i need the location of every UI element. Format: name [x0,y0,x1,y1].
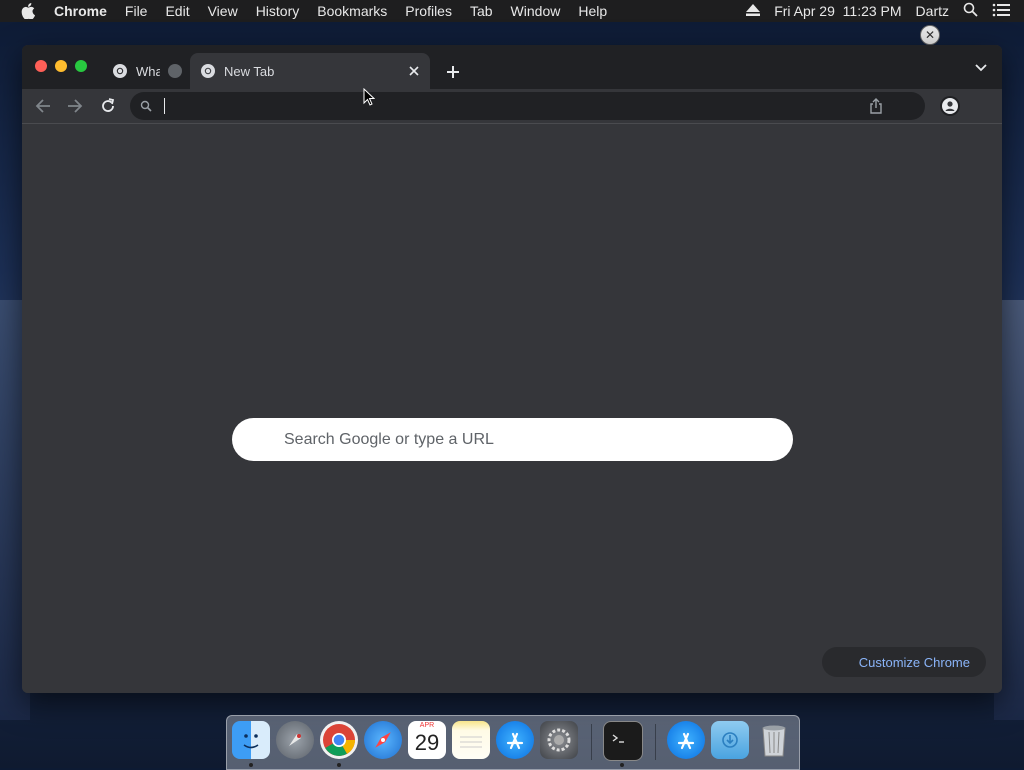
google-search-box[interactable] [232,418,793,461]
dock-separator [655,724,656,760]
back-button[interactable] [32,95,54,117]
close-icon[interactable]: ✕ [920,25,940,45]
launchpad-icon[interactable] [276,721,314,759]
menu-clock[interactable]: Fri Apr 29 11:23 PM [774,3,901,19]
running-indicator [249,763,253,767]
dock-separator [591,724,592,760]
running-indicator [620,763,624,767]
system-preferences-icon[interactable] [540,721,578,759]
menu-tab[interactable]: Tab [470,3,493,19]
search-icon [140,99,154,113]
window-zoom-button[interactable] [75,60,87,72]
browser-toolbar [22,89,1002,124]
tab-strip: Wha New Tab [22,45,1002,89]
chevron-down-icon[interactable] [974,61,990,77]
chrome-icon[interactable] [320,721,358,759]
downloads-folder-icon[interactable] [711,721,749,759]
spotlight-search-icon[interactable] [963,2,978,20]
menu-file[interactable]: File [125,3,148,19]
new-tab-button[interactable] [440,59,466,85]
calendar-day: 29 [414,730,440,755]
trash-icon[interactable] [755,721,793,759]
window-close-button[interactable] [35,60,47,72]
address-input[interactable] [168,96,872,118]
menu-user[interactable]: Dartz [916,3,949,19]
customize-chrome-button[interactable]: Customize Chrome [822,647,986,677]
address-bar[interactable] [130,92,925,120]
menu-history[interactable]: History [256,3,300,19]
app-store-icon[interactable] [496,721,534,759]
forward-button[interactable] [64,95,86,117]
mouse-pointer-icon [363,87,376,106]
window-minimize-button[interactable] [55,60,67,72]
browser-window: Wha New Tab Search Google or type a URL … [22,45,1002,693]
menu-profiles[interactable]: Profiles [405,3,452,19]
profile-avatar-icon[interactable] [940,96,960,116]
share-icon[interactable] [869,98,885,114]
app-store-folder-icon[interactable] [667,721,705,759]
new-tab-page: Customize Chrome [22,124,1002,693]
menu-window[interactable]: Window [511,3,561,19]
dock: APR 29 [226,715,800,770]
menu-bar: Chrome File Edit View History Bookmarks … [0,0,1024,22]
search-input[interactable] [282,428,766,452]
menu-help[interactable]: Help [578,3,607,19]
running-indicator [337,763,341,767]
menu-view[interactable]: View [208,3,238,19]
tab-new-tab[interactable]: New Tab [190,53,430,89]
terminal-icon[interactable] [603,721,643,761]
tab-title: New Tab [224,63,275,79]
tab-title: Wha [136,63,160,79]
reload-button[interactable] [97,95,119,117]
eject-icon[interactable] [746,3,761,19]
finder-icon[interactable] [232,721,270,759]
notes-icon[interactable] [452,721,490,759]
tab-background[interactable]: Wha [102,53,190,89]
calendar-icon[interactable]: APR 29 [408,721,446,759]
customize-chrome-label: Customize Chrome [858,654,970,670]
apple-menu-icon[interactable] [20,3,36,19]
menu-app-name[interactable]: Chrome [54,3,107,19]
chrome-icon [112,63,128,79]
menu-edit[interactable]: Edit [165,3,189,19]
calendar-month: APR [419,722,435,729]
safari-icon[interactable] [364,721,402,759]
text-caret [164,98,165,114]
tab-close-icon[interactable] [404,61,424,81]
tab-loading-icon [168,64,182,78]
menu-bookmarks[interactable]: Bookmarks [317,3,387,19]
notification-center-icon[interactable] [992,3,1010,20]
chrome-icon [200,63,216,79]
